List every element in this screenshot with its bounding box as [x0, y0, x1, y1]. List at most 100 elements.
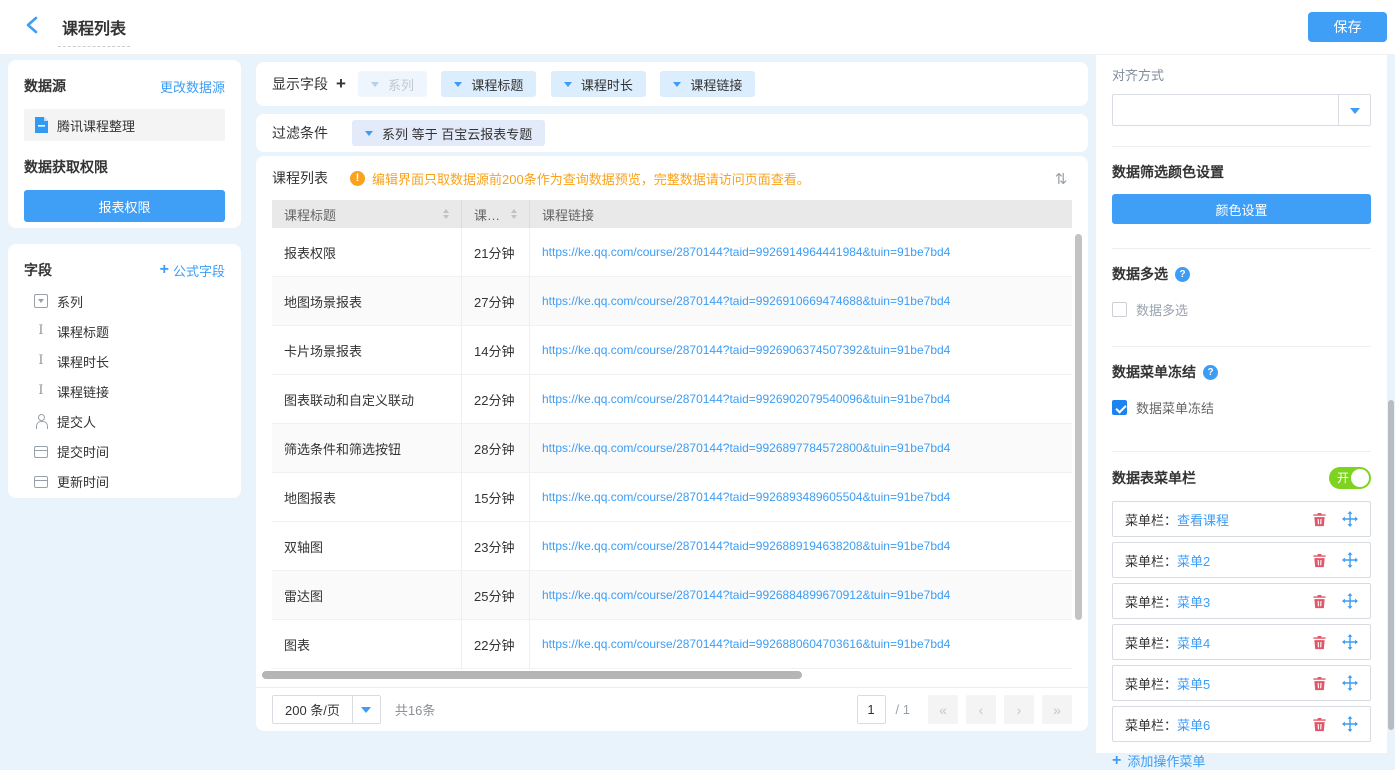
- delete-icon[interactable]: [1312, 635, 1327, 650]
- course-link[interactable]: https://ke.qq.com/course/2870144?taid=99…: [542, 490, 950, 504]
- move-icon[interactable]: [1342, 511, 1358, 527]
- menu-item-name[interactable]: 菜单4: [1177, 633, 1210, 652]
- add-display-field-button[interactable]: +: [336, 74, 346, 94]
- color-settings-button[interactable]: 颜色设置: [1112, 194, 1371, 224]
- divider: [1112, 248, 1371, 249]
- report-permission-button[interactable]: 报表权限: [24, 190, 225, 222]
- course-link[interactable]: https://ke.qq.com/course/2870144?taid=99…: [542, 294, 950, 308]
- date-field-icon: [34, 446, 48, 458]
- datasource-item[interactable]: 腾讯课程整理: [24, 109, 225, 141]
- delete-icon[interactable]: [1312, 553, 1327, 568]
- datasource-name: 腾讯课程整理: [57, 116, 135, 135]
- field-item[interactable]: 课程标题: [24, 316, 225, 346]
- move-icon[interactable]: [1342, 552, 1358, 568]
- table-row: 图表联动和自定义联动 22分钟 https://ke.qq.com/course…: [272, 375, 1072, 424]
- person-field-icon: [34, 414, 48, 428]
- field-item[interactable]: 提交人: [24, 406, 225, 436]
- menu-item-name[interactable]: 菜单3: [1177, 592, 1210, 611]
- delete-icon[interactable]: [1312, 512, 1327, 527]
- column-header-duration[interactable]: 课程...: [462, 200, 530, 228]
- table-vertical-scrollbar[interactable]: [1075, 234, 1082, 620]
- pagination-nav: « ‹ › »: [928, 695, 1072, 724]
- prev-page-button[interactable]: ‹: [966, 695, 996, 724]
- course-link[interactable]: https://ke.qq.com/course/2870144?taid=99…: [542, 637, 950, 651]
- menu-freeze-title: 数据菜单冻结: [1112, 362, 1196, 382]
- multi-select-checkbox[interactable]: [1112, 302, 1127, 317]
- help-icon[interactable]: ?: [1203, 365, 1218, 380]
- field-label: 课程标题: [57, 322, 109, 341]
- menu-item-name[interactable]: 菜单6: [1177, 715, 1210, 734]
- course-link[interactable]: https://ke.qq.com/course/2870144?taid=99…: [542, 588, 950, 602]
- display-field-tag[interactable]: 课程标题: [441, 71, 536, 97]
- cell-course-duration: 14分钟: [462, 326, 530, 374]
- cell-course-duration: 15分钟: [462, 473, 530, 521]
- add-formula-field-link[interactable]: + 公式字段: [160, 261, 225, 280]
- help-icon[interactable]: ?: [1175, 267, 1190, 282]
- cell-course-title: 双轴图: [272, 522, 462, 570]
- field-item[interactable]: 更新时间: [24, 466, 225, 496]
- text-field-icon: [34, 354, 48, 368]
- move-icon[interactable]: [1342, 675, 1358, 691]
- delete-icon[interactable]: [1312, 594, 1327, 609]
- course-link[interactable]: https://ke.qq.com/course/2870144?taid=99…: [542, 245, 950, 259]
- sort-order-icon[interactable]: ⇅: [1046, 164, 1076, 194]
- cell-course-duration: 21分钟: [462, 228, 530, 276]
- filter-condition-tag[interactable]: 系列 等于 百宝云报表专题: [352, 120, 545, 146]
- table-row: 雷达图 25分钟 https://ke.qq.com/course/287014…: [272, 571, 1072, 620]
- display-field-tag[interactable]: 课程链接: [660, 71, 755, 97]
- move-icon[interactable]: [1342, 593, 1358, 609]
- delete-icon[interactable]: [1312, 717, 1327, 732]
- table-horizontal-scrollbar[interactable]: [262, 671, 802, 679]
- align-select[interactable]: [1112, 94, 1371, 126]
- column-header-title[interactable]: 课程标题: [272, 200, 462, 228]
- filter-label: 过滤条件: [272, 123, 328, 143]
- menu-bar-list: 菜单栏： 查看课程 菜单栏： 菜单2: [1112, 501, 1371, 742]
- display-field-tag[interactable]: 系列: [358, 71, 427, 97]
- menu-bar-item: 菜单栏： 菜单6: [1112, 706, 1371, 742]
- display-field-tags: 系列 课程标题 课程时长 课程链接: [358, 71, 765, 97]
- add-operation-menu-button[interactable]: + 添加操作菜单: [1112, 751, 1371, 770]
- field-label: 课程链接: [57, 382, 109, 401]
- menu-freeze-checkbox[interactable]: [1112, 400, 1127, 415]
- sort-arrows-icon[interactable]: [437, 206, 449, 222]
- plus-icon: +: [1112, 752, 1121, 770]
- current-page-input[interactable]: 1: [857, 695, 886, 724]
- course-link[interactable]: https://ke.qq.com/course/2870144?taid=99…: [542, 441, 950, 455]
- next-page-button[interactable]: ›: [1004, 695, 1034, 724]
- course-link[interactable]: https://ke.qq.com/course/2870144?taid=99…: [542, 539, 950, 553]
- cell-course-title: 雷达图: [272, 571, 462, 619]
- move-icon[interactable]: [1342, 716, 1358, 732]
- toggle-knob: [1351, 469, 1369, 487]
- cell-course-title: 图表联动和自定义联动: [272, 375, 462, 423]
- sort-arrows-icon[interactable]: [505, 206, 517, 222]
- field-list: 系列 课程标题 课程时长 课程链接 提交人: [24, 286, 225, 496]
- first-page-button[interactable]: «: [928, 695, 958, 724]
- field-item[interactable]: 提交时间: [24, 436, 225, 466]
- menu-item-name[interactable]: 菜单2: [1177, 551, 1210, 570]
- save-button[interactable]: 保存: [1308, 12, 1387, 42]
- table-menu-toggle[interactable]: 开: [1329, 467, 1371, 489]
- back-button[interactable]: [20, 15, 44, 39]
- course-link[interactable]: https://ke.qq.com/course/2870144?taid=99…: [542, 392, 950, 406]
- field-item[interactable]: 系列: [24, 286, 225, 316]
- field-item[interactable]: 课程链接: [24, 376, 225, 406]
- change-datasource-link[interactable]: 更改数据源: [160, 77, 225, 96]
- cell-course-duration: 22分钟: [462, 375, 530, 423]
- delete-icon[interactable]: [1312, 676, 1327, 691]
- menu-item-name[interactable]: 菜单5: [1177, 674, 1210, 693]
- page-scrollbar[interactable]: [1388, 400, 1394, 730]
- cell-course-title: 卡片场景报表: [272, 326, 462, 374]
- course-link[interactable]: https://ke.qq.com/course/2870144?taid=99…: [542, 343, 950, 357]
- back-chevron-icon: [25, 16, 39, 39]
- chevron-down-icon: [1338, 95, 1370, 125]
- menu-item-name[interactable]: 查看课程: [1177, 510, 1229, 529]
- page-size-select[interactable]: 200 条/页: [272, 695, 381, 724]
- text-field-icon: [34, 384, 48, 398]
- field-item[interactable]: 课程时长: [24, 346, 225, 376]
- display-field-tag[interactable]: 课程时长: [551, 71, 646, 97]
- move-icon[interactable]: [1342, 634, 1358, 650]
- align-label: 对齐方式: [1112, 65, 1371, 84]
- cell-course-duration: 22分钟: [462, 620, 530, 668]
- last-page-button[interactable]: »: [1042, 695, 1072, 724]
- filter-card: 过滤条件 系列 等于 百宝云报表专题: [256, 114, 1088, 152]
